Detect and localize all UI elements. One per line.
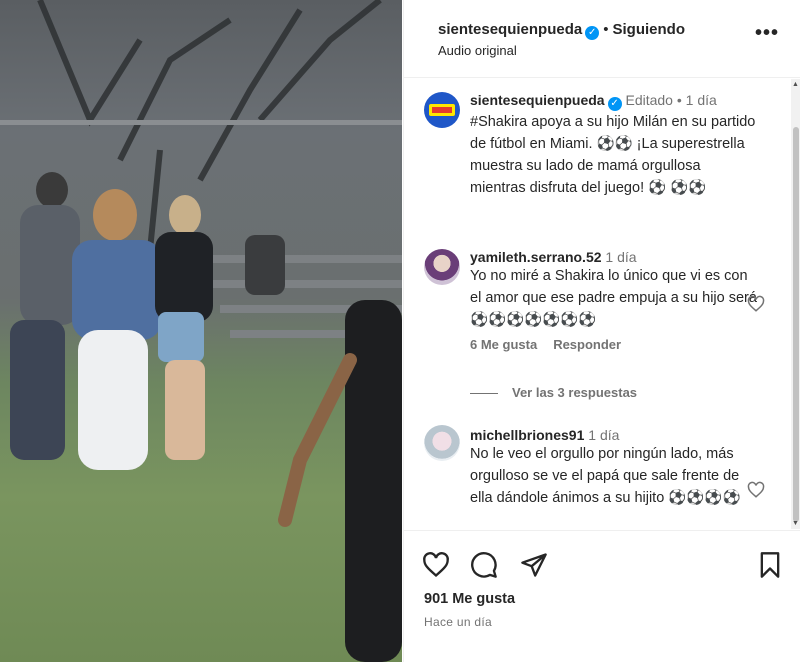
comment-actions: 6 Me gusta Responder xyxy=(470,337,760,352)
comment-text: No le veo el orgullo por ningún lado, má… xyxy=(470,446,741,506)
bookmark-icon[interactable] xyxy=(756,551,784,579)
avatar[interactable] xyxy=(424,92,460,128)
post-likes-count[interactable]: 901 Me gusta xyxy=(424,591,515,607)
following-button[interactable]: Siguiendo xyxy=(612,21,685,38)
heart-icon[interactable] xyxy=(422,551,450,579)
post-header: sientesequienpueda ✓ • Siguiendo Audio orig… xyxy=(404,0,800,78)
caption-age[interactable]: 1 día xyxy=(686,92,717,108)
header-user-line: sientesequienpueda ✓ • Siguiendo xyxy=(438,21,685,40)
comment-username[interactable]: yamileth.serrano.52 xyxy=(470,249,602,265)
video-frame-image xyxy=(0,0,402,662)
comment-item: michellbriones91 1 día No le veo el orgu… xyxy=(470,427,760,509)
comment-age[interactable]: 1 día xyxy=(605,249,636,265)
header-username[interactable]: sientesequienpueda xyxy=(438,21,582,38)
view-replies-button[interactable]: Ver las 3 respuestas xyxy=(470,385,637,400)
verified-badge-icon: ✓ xyxy=(585,26,600,40)
header-separator: • xyxy=(603,21,609,38)
scroll-down-icon[interactable]: ▼ xyxy=(792,520,799,527)
caption: sientesequienpueda ✓ Editado • 1 día #Sha… xyxy=(470,92,760,199)
avatar[interactable] xyxy=(424,249,460,285)
more-options-icon[interactable]: ••• xyxy=(755,22,779,45)
scrollbar-thumb[interactable] xyxy=(793,127,799,522)
verified-badge-icon: ✓ xyxy=(607,97,622,111)
avatar[interactable] xyxy=(424,425,460,461)
comment-icon[interactable] xyxy=(470,551,498,579)
comment-likes[interactable]: 6 Me gusta xyxy=(470,337,537,352)
share-icon[interactable] xyxy=(520,551,548,579)
comment-item: yamileth.serrano.52 1 día Yo no miré a S… xyxy=(470,249,760,352)
comment-age[interactable]: 1 día xyxy=(588,427,619,443)
comment-like-heart-icon[interactable] xyxy=(747,481,765,499)
comment-text: Yo no miré a Shakira lo único que vi es … xyxy=(470,268,757,328)
caption-header: sientesequienpueda ✓ Editado • 1 día xyxy=(470,92,760,111)
comments-list[interactable]: sientesequienpueda ✓ Editado • 1 día #Sha… xyxy=(404,79,800,529)
comment-username[interactable]: michellbriones91 xyxy=(470,427,584,443)
reply-button[interactable]: Responder xyxy=(553,337,621,352)
comment-header: michellbriones91 1 día xyxy=(470,427,760,443)
edited-label: Editado xyxy=(625,92,673,108)
video-player[interactable] xyxy=(0,0,402,662)
post-timestamp: Hace un día xyxy=(424,615,493,629)
caption-username[interactable]: sientesequienpueda xyxy=(470,92,605,108)
comment-header: yamileth.serrano.52 1 día xyxy=(470,249,760,265)
scroll-up-icon[interactable]: ▲ xyxy=(792,81,799,88)
caption-text: #Shakira apoya a su hijo Milán en su par… xyxy=(470,114,756,196)
audio-link[interactable]: Audio original xyxy=(438,43,517,58)
comments-scrollbar[interactable]: ▲ ▼ xyxy=(791,79,800,529)
comment-like-heart-icon[interactable] xyxy=(747,295,765,313)
post-panel: sientesequienpueda ✓ • Siguiendo Audio orig… xyxy=(403,0,800,662)
caption-separator: • xyxy=(676,92,682,108)
post-actions: 901 Me gusta Hace un día xyxy=(404,530,800,662)
